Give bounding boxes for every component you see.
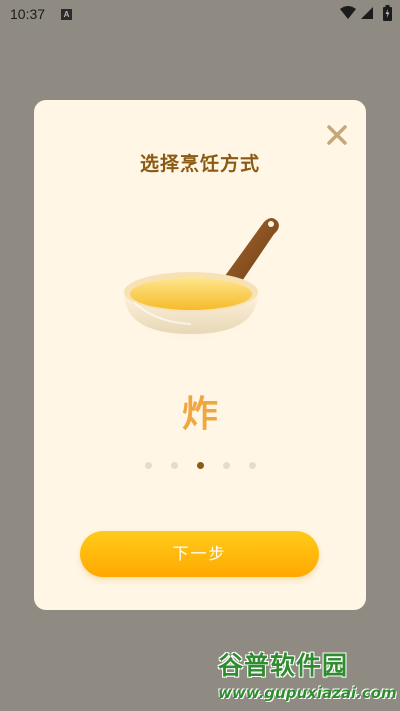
dialog-title: 选择烹饪方式 [139,153,260,175]
page-dot-active[interactable] [196,462,204,469]
status-bar: 10:37 A [0,0,400,30]
cooking-method-dialog: 选择烹饪方式 炸 下一步 [34,100,366,610]
signal-icon [361,7,373,19]
page-dot[interactable] [170,462,178,469]
battery-icon [383,5,392,21]
page-indicator [34,462,366,470]
watermark: 谷普软件园 www.gupuxiazai.com [218,646,398,706]
frying-pan-icon [114,218,279,346]
page-dot[interactable] [144,462,152,469]
status-time: 10:37 [10,6,46,22]
close-button[interactable] [324,122,350,148]
next-step-button[interactable]: 下一步 [80,531,319,577]
page-dot[interactable] [222,462,230,469]
close-icon [327,125,347,145]
page-dot[interactable] [248,462,256,469]
cooking-method-name: 炸 [181,394,218,435]
watermark-url: www.gupuxiazai.com [218,684,397,702]
watermark-text: 谷普软件园 [218,651,349,680]
wifi-icon [340,6,356,19]
a-icon: A [61,9,72,20]
